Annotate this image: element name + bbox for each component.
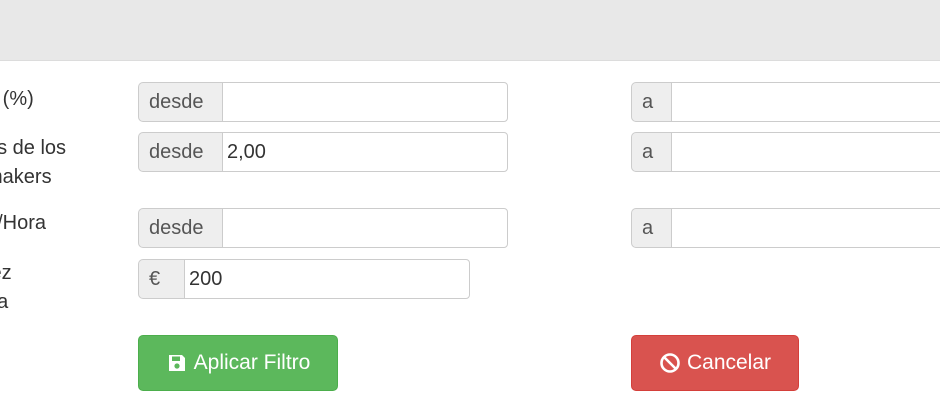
currency-prefix: € bbox=[138, 259, 184, 299]
row-label-2: ns de los makers bbox=[0, 134, 66, 192]
row-label-1: g (%) bbox=[0, 85, 34, 114]
apply-filter-button[interactable]: Aplicar Filtro bbox=[138, 335, 338, 391]
range-3-to-prefix: a bbox=[631, 208, 671, 248]
row-label-4-line-2: na bbox=[0, 291, 9, 313]
floppy-disk-icon bbox=[166, 352, 188, 374]
range-2-to-input[interactable] bbox=[671, 132, 940, 172]
range-3-from-input[interactable] bbox=[222, 208, 508, 248]
ban-icon bbox=[659, 352, 681, 374]
cancel-label: Cancelar bbox=[686, 351, 772, 374]
range-1-from-input[interactable] bbox=[222, 82, 508, 122]
row-label-4: lez na bbox=[0, 259, 12, 317]
range-2-to-prefix: a bbox=[631, 132, 671, 172]
apply-filter-label: Aplicar Filtro bbox=[193, 351, 311, 374]
range-3-from-prefix: desde bbox=[138, 208, 222, 248]
range-2-from-prefix: desde bbox=[138, 132, 222, 172]
amount-input[interactable] bbox=[184, 259, 470, 299]
modal-header-bar bbox=[0, 0, 940, 61]
row-label-2-line-1: ns de los bbox=[0, 137, 67, 159]
cancel-button[interactable]: Cancelar bbox=[631, 335, 799, 391]
range-1-to-input[interactable] bbox=[671, 82, 940, 122]
row-label-2-line-2: makers bbox=[0, 166, 52, 188]
range-1-to-prefix: a bbox=[631, 82, 671, 122]
range-2-from-input[interactable] bbox=[222, 132, 508, 172]
row-label-3-line-1: a/Hora bbox=[0, 212, 47, 234]
row-label-4-line-1: lez bbox=[0, 262, 12, 284]
row-label-1-line-1: g (%) bbox=[0, 88, 34, 110]
range-1-from-prefix: desde bbox=[138, 82, 222, 122]
range-3-to-input[interactable] bbox=[671, 208, 940, 248]
row-label-3: a/Hora bbox=[0, 209, 46, 238]
